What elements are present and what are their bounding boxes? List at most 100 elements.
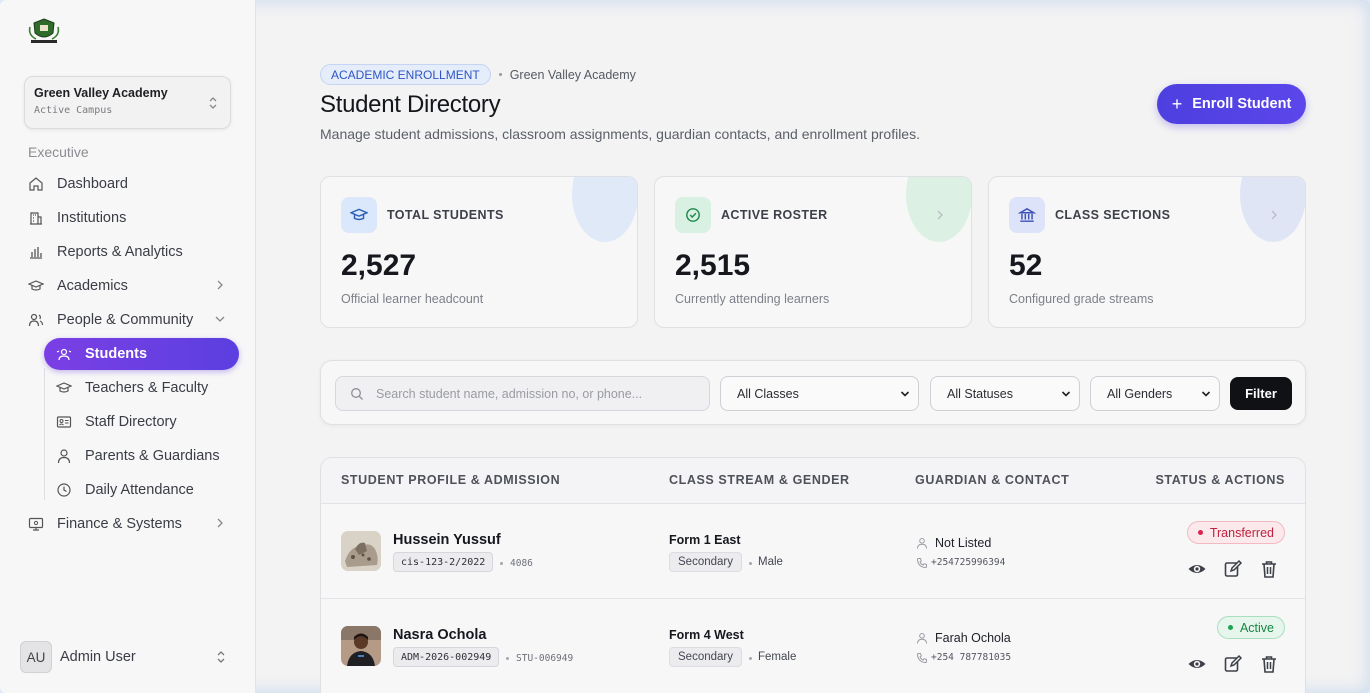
sidebar-item-label: Finance & Systems [57, 516, 182, 532]
student-gender: Female [758, 651, 797, 663]
student-photo [341, 531, 381, 571]
sidebar-item-students[interactable]: Students [44, 338, 239, 370]
enroll-student-button[interactable]: + Enroll Student [1157, 84, 1306, 124]
sidebar-item-dashboard[interactable]: Dashboard [28, 170, 238, 198]
class-select-value: All Classes [737, 386, 799, 401]
clock-icon [57, 483, 71, 497]
edit-icon[interactable] [1223, 559, 1243, 579]
breadcrumb-section-pill[interactable]: ACADEMIC ENROLLMENT [320, 64, 491, 85]
user-icon [57, 449, 71, 464]
chevron-down-icon [1061, 391, 1071, 397]
sidebar: Green Valley Academy Active Campus Execu… [0, 0, 256, 693]
gender-select[interactable]: All Genders [1090, 376, 1220, 411]
sidebar-item-label: Students [85, 346, 148, 362]
school-logo-icon[interactable] [26, 17, 62, 47]
chevron-up-down-icon [209, 97, 217, 109]
chevron-down-icon [900, 391, 910, 397]
avatar: AU [20, 641, 52, 673]
chevron-down-icon [215, 316, 225, 322]
breadcrumb-current: Green Valley Academy [509, 67, 636, 82]
sidebar-item-label: Institutions [57, 210, 127, 226]
user-menu[interactable]: AU Admin User [20, 641, 236, 673]
users-icon [28, 313, 44, 327]
sidebar-item-teachers[interactable]: Teachers & Faculty [56, 374, 236, 402]
building-icon [30, 212, 42, 225]
stat-label: ACTIVE ROSTER [721, 208, 828, 222]
submenu-guide-line [44, 368, 45, 500]
view-eye-icon[interactable] [1187, 559, 1207, 579]
delete-trash-icon[interactable] [1259, 559, 1279, 579]
campus-name: Green Valley Academy [34, 86, 168, 100]
campus-switcher[interactable]: Green Valley Academy Active Campus [24, 76, 231, 129]
page-description: Manage student admissions, classroom ass… [320, 126, 920, 142]
campus-status: Active Campus [34, 105, 113, 116]
class-stream: Form 1 East [669, 533, 741, 547]
student-name[interactable]: Hussein Yussuf [393, 532, 501, 548]
student-photo [341, 626, 381, 666]
user-name: Admin User [60, 649, 136, 665]
filter-bar: All Classes All Statuses All Genders Fil… [320, 360, 1306, 425]
chevron-right-icon [1271, 210, 1277, 220]
search-input[interactable] [376, 377, 696, 410]
sidebar-item-reports[interactable]: Reports & Analytics [28, 238, 238, 266]
stat-card-active-roster[interactable]: ACTIVE ROSTER 2,515 Currently attending … [654, 176, 972, 328]
student-code: 4086 [510, 558, 533, 569]
table-row[interactable]: Nasra Ochola ADM-2026-002949 STU-006949 … [321, 599, 1305, 693]
guardian-phone: +254725996394 [931, 557, 1006, 568]
chevron-right-icon [217, 518, 223, 528]
chevron-up-down-icon [217, 651, 225, 663]
sidebar-item-label: Parents & Guardians [85, 448, 220, 464]
sidebar-item-label: Dashboard [57, 176, 128, 192]
sidebar-item-parents-guardians[interactable]: Parents & Guardians [56, 442, 236, 470]
student-name[interactable]: Nasra Ochola [393, 627, 487, 643]
view-eye-icon[interactable] [1187, 654, 1207, 674]
level-badge: Secondary [669, 552, 742, 572]
graduation-cap-icon [341, 197, 377, 233]
student-gender: Male [758, 556, 783, 568]
gender-select-value: All Genders [1107, 386, 1173, 401]
search-icon [351, 388, 363, 400]
stat-value: 2,527 [341, 249, 417, 282]
sidebar-item-daily-attendance[interactable]: Daily Attendance [56, 476, 236, 504]
stat-value: 2,515 [675, 249, 751, 282]
card-decoration [572, 177, 637, 242]
plus-icon: + [1171, 93, 1183, 114]
stat-card-total-students[interactable]: TOTAL STUDENTS 2,527 Official learner he… [320, 176, 638, 328]
sidebar-item-staff-directory[interactable]: Staff Directory [56, 408, 236, 436]
edit-icon[interactable] [1223, 654, 1243, 674]
sidebar-item-people-community[interactable]: People & Community [28, 306, 238, 334]
status-badge: Transferred [1186, 521, 1285, 544]
class-select[interactable]: All Classes [720, 376, 919, 411]
stat-card-class-sections[interactable]: CLASS SECTIONS 52 Configured grade strea… [988, 176, 1306, 328]
delete-trash-icon[interactable] [1259, 654, 1279, 674]
sidebar-item-finance-systems[interactable]: Finance & Systems [28, 510, 238, 538]
graduation-cap-icon [28, 280, 44, 291]
admission-number: cis-123-2/2022 [393, 552, 494, 572]
status-select[interactable]: All Statuses [930, 376, 1080, 411]
search-box[interactable] [335, 376, 710, 411]
app-window: Green Valley Academy Active Campus Execu… [0, 0, 1370, 693]
guardian-phone: +254 787781035 [931, 652, 1012, 663]
meta-separator [506, 657, 509, 660]
status-label: Active [1239, 620, 1274, 635]
home-icon [29, 177, 43, 191]
class-stream: Form 4 West [669, 628, 744, 642]
column-header-guardian: GUARDIAN & CONTACT [915, 473, 1070, 487]
table-row[interactable]: Hussein Yussuf cis-123-2/2022 4086 Form … [321, 504, 1305, 599]
sidebar-item-institutions[interactable]: Institutions [28, 204, 238, 232]
admission-number: ADM-2026-002949 [393, 647, 500, 667]
meta-separator [749, 657, 752, 660]
user-icon [917, 633, 927, 644]
sidebar-item-academics[interactable]: Academics [28, 272, 238, 300]
graduation-cap-icon [56, 382, 72, 393]
phone-icon [916, 558, 927, 569]
student-code: STU-006949 [516, 653, 574, 664]
stat-caption: Configured grade streams [1009, 292, 1154, 306]
filter-button[interactable]: Filter [1230, 377, 1292, 410]
breadcrumb: ACADEMIC ENROLLMENT Green Valley Academy [320, 64, 636, 85]
breadcrumb-separator [498, 73, 502, 76]
stat-label: CLASS SECTIONS [1055, 208, 1171, 222]
user-icon [917, 538, 927, 549]
column-header-status: STATUS & ACTIONS [1155, 473, 1285, 487]
guardian-name: Farah Ochola [935, 631, 1011, 645]
